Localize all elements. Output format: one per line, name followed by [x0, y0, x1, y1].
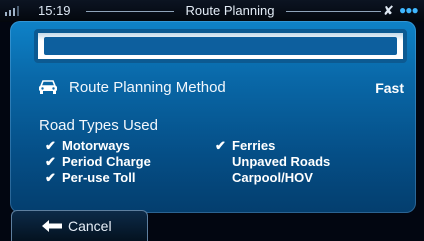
checkmark-icon: ✔ [45, 138, 56, 153]
road-type-item[interactable]: ✔ Ferries [215, 138, 330, 154]
road-type-label: Period Charge [62, 154, 151, 169]
cancel-button[interactable]: Cancel [11, 210, 148, 241]
clock-time: 15:19 [38, 3, 71, 18]
road-type-item[interactable]: Carpool/HOV [215, 170, 330, 186]
road-types-left-column: ✔ Motorways ✔ Period Charge ✔ Per-use Toll [45, 138, 151, 186]
road-type-item[interactable]: ✔ Per-use Toll [45, 170, 151, 186]
route-input-field[interactable] [34, 29, 407, 63]
road-type-label: Motorways [62, 138, 130, 153]
road-type-item[interactable]: ✔ Motorways [45, 138, 151, 154]
road-type-label: Unpaved Roads [232, 154, 331, 169]
satellite-icon: ✘ [383, 3, 394, 18]
route-planning-panel: Route Planning Method Fast Road Types Us… [10, 21, 416, 213]
road-types-title: Road Types Used [39, 117, 158, 134]
more-dots-icon[interactable]: ●●● [399, 3, 419, 17]
road-types-right-column: ✔ Ferries Unpaved Roads Carpool/HOV [215, 138, 330, 186]
route-input-value[interactable] [44, 37, 397, 55]
status-bar: 15:19 Route Planning ✘ ●●● [0, 0, 424, 22]
road-type-item[interactable]: Unpaved Roads [215, 154, 330, 170]
road-type-label: Ferries [232, 138, 276, 153]
route-planning-method-label: Route Planning Method [69, 79, 226, 96]
arrow-left-icon [42, 220, 62, 232]
checkmark-icon: ✔ [45, 170, 56, 185]
signal-icon [5, 6, 21, 16]
route-planning-method-value: Fast [375, 80, 404, 96]
road-type-item[interactable]: ✔ Period Charge [45, 154, 151, 170]
checkmark-icon: ✔ [215, 138, 226, 153]
page-title: Route Planning [185, 3, 275, 18]
road-type-label: Carpool/HOV [232, 170, 313, 185]
title-divider-right [286, 11, 381, 12]
cancel-label: Cancel [68, 218, 112, 234]
checkmark-icon: ✔ [45, 154, 56, 169]
route-planning-method-row[interactable]: Route Planning Method Fast [34, 74, 404, 100]
car-icon [39, 80, 57, 94]
road-type-label: Per-use Toll [62, 170, 136, 185]
